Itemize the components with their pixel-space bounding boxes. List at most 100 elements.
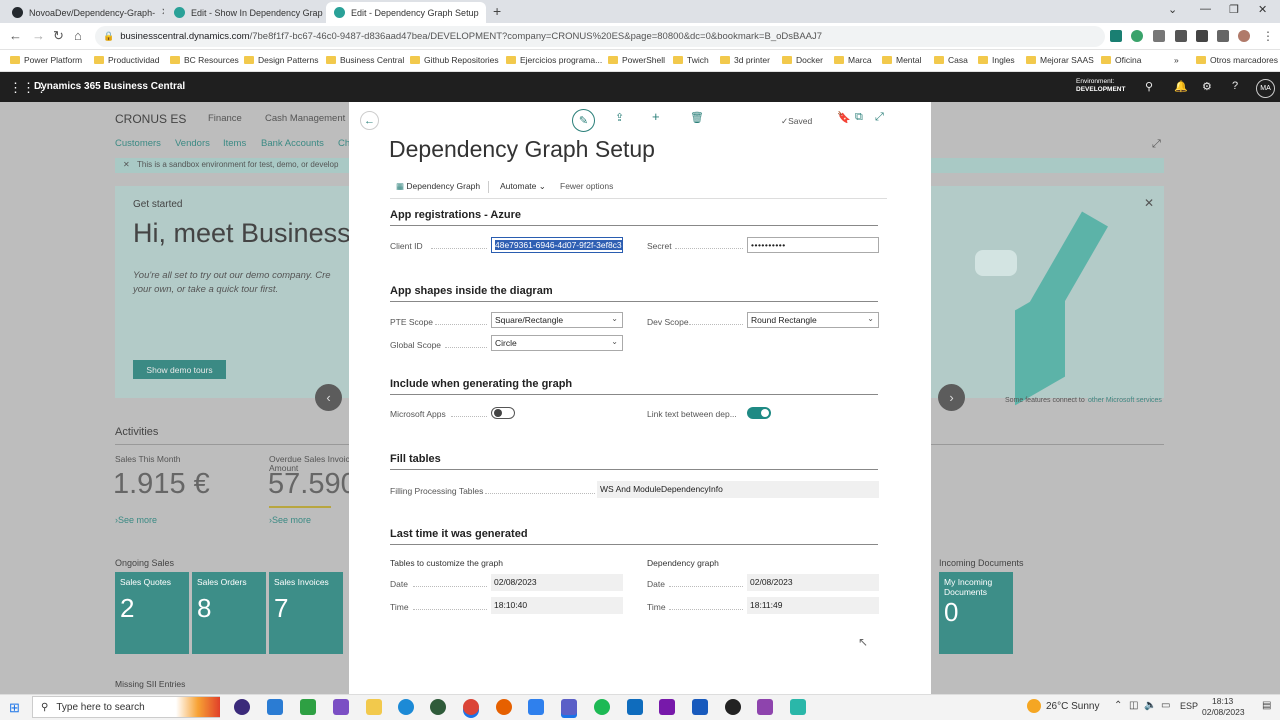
browser-tab[interactable]: NovoaDev/Dependency-Graph- ✕	[4, 2, 164, 23]
forward-icon[interactable]: →	[32, 28, 45, 43]
sales-quotes-tile[interactable]: Sales Quotes 2	[115, 572, 189, 654]
close-window-icon[interactable]: ✕	[1258, 3, 1267, 16]
nav-menu-cash-management[interactable]: Cash Management	[265, 113, 345, 124]
bookmark[interactable]: Mental	[882, 55, 922, 65]
see-more-link[interactable]: ›See more	[269, 515, 311, 525]
avatar[interactable]: MA	[1256, 79, 1275, 98]
bookmark[interactable]: Oficina	[1101, 55, 1141, 65]
edit-pencil-icon[interactable]: ✎	[572, 109, 595, 132]
firefox-icon[interactable]	[496, 699, 512, 715]
client-id-field[interactable]: 48e79361-6946-4d07-9f2f-3ef8c3	[491, 237, 623, 253]
new-tab-icon[interactable]: +	[493, 3, 501, 19]
close-tab-icon[interactable]: ✕	[161, 7, 164, 18]
bookmark[interactable]: PowerShell	[608, 55, 665, 65]
reload-icon[interactable]: ↻	[53, 28, 64, 44]
bookmark-icon[interactable]: 🔖	[837, 111, 851, 124]
sales-invoices-tile[interactable]: Sales Invoices 7	[269, 572, 343, 654]
clock-date[interactable]: 02/08/2023	[1202, 707, 1245, 717]
close-icon[interactable]: ✕	[123, 160, 130, 169]
action-automate[interactable]: Automate ⌄	[500, 181, 546, 192]
bookmark[interactable]: Casa	[934, 55, 968, 65]
dev-scope-select[interactable]: Round Rectangle ⌄	[747, 312, 879, 328]
see-more-link[interactable]: ›See more	[115, 515, 157, 525]
bookmark[interactable]: Ingles	[978, 55, 1015, 65]
kpi-value[interactable]: 57.590	[268, 468, 357, 501]
nav-link-items[interactable]: Items	[223, 138, 246, 149]
close-icon[interactable]: ✕	[1144, 196, 1154, 210]
download-icon[interactable]	[1196, 30, 1208, 42]
onenote-icon[interactable]	[659, 699, 675, 715]
spotify-icon[interactable]	[594, 699, 610, 715]
gear-icon[interactable]: ⚙	[1202, 80, 1212, 93]
home-icon[interactable]: ⌂	[74, 28, 82, 43]
maximize-icon[interactable]: ❐	[1229, 3, 1239, 16]
word-icon[interactable]	[692, 699, 708, 715]
vscode-insiders-icon[interactable]	[300, 699, 316, 715]
network-icon[interactable]: ◫	[1129, 700, 1138, 711]
environment-indicator[interactable]: Environment: DEVELOPMENT	[1076, 78, 1125, 94]
secret-field[interactable]: ••••••••••	[747, 237, 879, 253]
bookmark[interactable]: Mejorar SAAS	[1026, 55, 1094, 65]
back-icon[interactable]: ←	[9, 28, 22, 43]
notifications-icon[interactable]: ▤	[1262, 700, 1271, 711]
teams-icon[interactable]	[561, 699, 577, 715]
link-text-toggle[interactable]	[747, 407, 771, 419]
show-demo-tours-button[interactable]: Show demo tours	[133, 360, 226, 379]
action-dependency-graph[interactable]: ▦ Dependency Graph	[396, 181, 480, 192]
app-icon[interactable]	[430, 699, 446, 715]
volume-icon[interactable]: 🔈	[1144, 700, 1156, 711]
tab-search-icon[interactable]: ⌄	[1168, 3, 1177, 16]
vscode-icon[interactable]	[267, 699, 283, 715]
windows-start-icon[interactable]: ⊞	[9, 700, 20, 716]
browser-tab-active[interactable]: Edit - Dependency Graph Setup ✕	[326, 2, 486, 23]
weather-text[interactable]: 26°C Sunny	[1046, 701, 1099, 712]
bookmark[interactable]: Design Patterns	[244, 55, 318, 65]
help-icon[interactable]: ?	[1232, 80, 1238, 92]
app-icon[interactable]	[757, 699, 773, 715]
nav-link-bank-accounts[interactable]: Bank Accounts	[261, 138, 324, 149]
chevron-up-icon[interactable]: ⌃	[1114, 700, 1122, 711]
outlook-icon[interactable]	[627, 699, 643, 715]
minimize-icon[interactable]: —	[1200, 3, 1211, 15]
bookmark[interactable]: Ejercicios programa...	[506, 55, 602, 65]
incoming-documents-tile[interactable]: My Incoming Documents 0	[939, 572, 1013, 654]
app-icon[interactable]	[725, 699, 741, 715]
carousel-prev-button[interactable]: ‹	[315, 384, 342, 411]
language-indicator[interactable]: ESP	[1180, 701, 1198, 711]
bookmarks-overflow[interactable]: »	[1174, 55, 1179, 65]
browser-tab[interactable]: Edit - Show In Dependency Grap ✕	[166, 2, 324, 23]
back-arrow-icon[interactable]: ←	[360, 111, 379, 130]
bookmark[interactable]: Power Platform	[10, 55, 82, 65]
ms-services-link[interactable]: other Microsoft services	[1088, 397, 1162, 404]
bookmark[interactable]: Twich	[673, 55, 709, 65]
close-tab-icon[interactable]: ✕	[485, 7, 486, 18]
nav-link-customers[interactable]: Customers	[115, 138, 161, 149]
bookmark[interactable]: Marca	[834, 55, 872, 65]
extension-icon[interactable]	[1110, 30, 1122, 42]
nav-menu-finance[interactable]: Finance	[208, 113, 242, 124]
expand-icon[interactable]: ⤢	[875, 111, 884, 124]
extension-icon[interactable]	[1131, 30, 1143, 42]
bookmark[interactable]: BC Resources	[170, 55, 239, 65]
chrome-icon[interactable]	[463, 699, 479, 715]
open-new-window-icon[interactable]: ⧉	[855, 111, 863, 124]
file-explorer-icon[interactable]	[366, 699, 382, 715]
action-fewer-options[interactable]: Fewer options	[560, 181, 613, 191]
expand-icon[interactable]: ⤢	[1152, 138, 1161, 151]
delete-icon[interactable]: 🗑	[690, 111, 704, 124]
menu-icon[interactable]: ⋮	[1262, 29, 1274, 43]
bookmark[interactable]: Docker	[782, 55, 823, 65]
bookmark[interactable]: 3d printer	[720, 55, 770, 65]
battery-icon[interactable]: ▭	[1161, 700, 1170, 711]
microsoft-apps-toggle[interactable]	[491, 407, 515, 419]
kpi-value[interactable]: 1.915 €	[113, 468, 210, 501]
pte-scope-select[interactable]: Square/Rectangle ⌄	[491, 312, 623, 328]
clock-time[interactable]: 18:13	[1212, 696, 1233, 706]
app-icon[interactable]	[234, 699, 250, 715]
global-scope-select[interactable]: Circle ⌄	[491, 335, 623, 351]
visual-studio-icon[interactable]	[333, 699, 349, 715]
todo-icon[interactable]	[528, 699, 544, 715]
sidebar-icon[interactable]	[1217, 30, 1229, 42]
sales-orders-tile[interactable]: Sales Orders 8	[192, 572, 266, 654]
bookmark-other[interactable]: Otros marcadores	[1196, 55, 1278, 65]
